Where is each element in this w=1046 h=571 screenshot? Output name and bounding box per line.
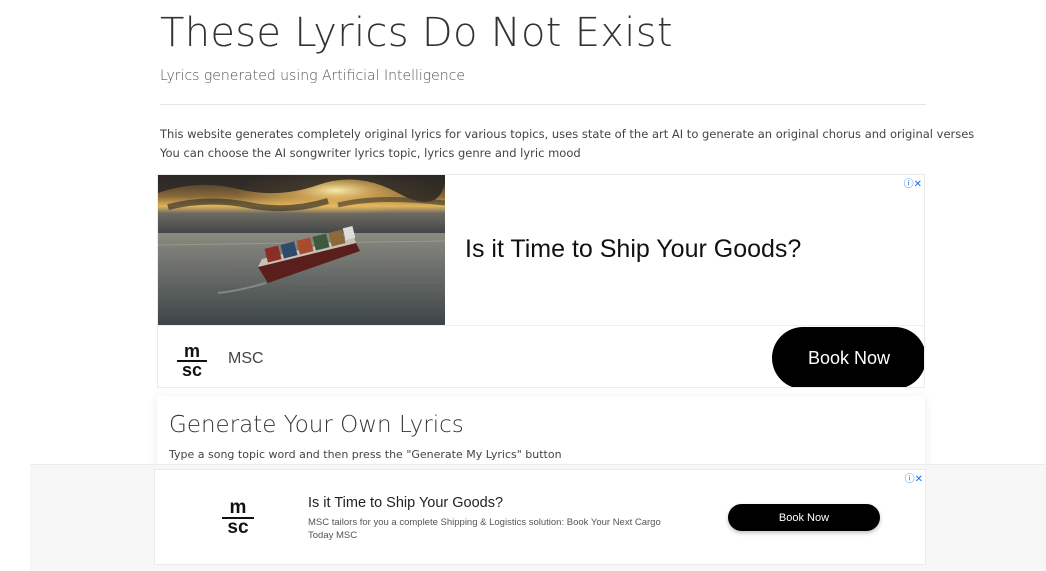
adchoices-icon[interactable]: ⓘ✕ (904, 175, 922, 190)
adchoices-icon[interactable]: ⓘ✕ (905, 470, 923, 485)
intro-text-line-1: This website generates completely origin… (160, 127, 975, 141)
bottom-ad-body[interactable]: MSC tailors for you a complete Shipping … (308, 516, 688, 542)
site-subtitle: Lyrics generated using Artificial Intell… (160, 68, 465, 84)
bottom-ad[interactable]: ⓘ✕ m sc Is it Time to Ship Your Goods? M… (154, 469, 926, 565)
site-title[interactable]: These Lyrics Do Not Exist (160, 10, 673, 56)
ad-image-cargo-ship[interactable] (158, 175, 445, 325)
page: These Lyrics Do Not Exist Lyrics generat… (0, 0, 1046, 571)
msc-logo[interactable]: m sc (176, 341, 208, 381)
msc-logo-bottom: sc (227, 517, 249, 539)
msc-logo-bottom: sc (181, 360, 203, 381)
msc-logo-top: m (229, 497, 247, 518)
bottom-book-now-button[interactable]: Book Now (728, 504, 880, 531)
msc-logo-top: m (183, 341, 200, 361)
ad-advertiser-name[interactable]: MSC (228, 350, 264, 368)
intro-text-line-2: You can choose the AI songwriter lyrics … (160, 146, 581, 160)
ad-headline[interactable]: Is it Time to Ship Your Goods? (465, 235, 801, 264)
book-now-button[interactable]: Book Now (772, 327, 924, 387)
msc-logo[interactable]: m sc (221, 497, 255, 539)
top-ad[interactable]: Is it Time to Ship Your Goods? ⓘ✕ m sc M… (157, 174, 925, 388)
generate-instructions: Type a song topic word and then press th… (169, 448, 562, 461)
bottom-ad-headline[interactable]: Is it Time to Ship Your Goods? (308, 495, 503, 511)
header-divider (160, 104, 926, 105)
ad-footer: m sc MSC Book Now (158, 325, 924, 387)
generate-title: Generate Your Own Lyrics (169, 412, 464, 438)
